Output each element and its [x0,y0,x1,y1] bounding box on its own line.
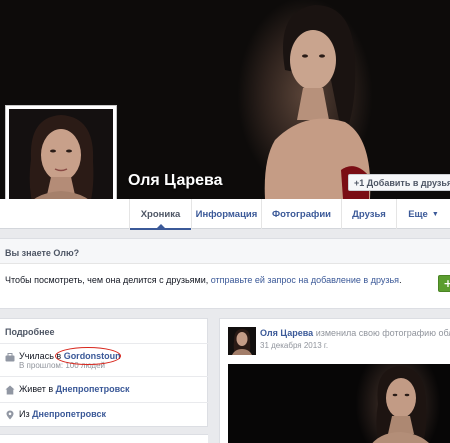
briefcase-icon [5,352,15,362]
send-friend-request-link[interactable]: отправьте ей запрос на добавление в друз… [211,275,399,285]
avatar-image [228,327,256,355]
about-row-education: Училась в Gordonstoun В прошлом: 100 люд… [5,351,121,370]
tab-more[interactable]: Еще ▼ [396,199,450,229]
divider [0,343,208,344]
story-date[interactable]: 31 декабря 2013 г. [260,341,328,350]
tab-friends[interactable]: Друзья [341,199,396,229]
about-title: Подробнее [5,327,55,337]
story-photo[interactable] [228,364,450,443]
chevron-down-icon: ▼ [431,210,439,218]
divider [0,402,208,403]
from-city-link[interactable]: Днепропетровск [32,409,106,419]
tab-timeline[interactable]: Хроника [129,199,191,230]
profile-portrait-image [9,109,113,213]
story-avatar[interactable] [228,327,256,355]
tab-about[interactable]: Информация [191,199,261,229]
add-friend-button[interactable]: +1 Добавить в друзья [348,174,450,191]
profile-name[interactable]: Оля Царева [128,172,223,190]
story-photo-image [372,366,429,443]
about-box: Подробнее Училась в Gordonstoun В прошло… [0,318,208,427]
cover-portrait-image [264,5,371,199]
divider [0,376,208,377]
location-pin-icon [5,410,15,420]
story-author-link[interactable]: Оля Царева [260,328,313,338]
know-box-title: Вы знаете Олю? [0,238,450,264]
next-box [0,434,208,443]
timeline-story: Оля Царева изменила свою фотографию обло… [219,318,450,443]
school-subtext: В прошлом: 100 людей [19,361,106,370]
know-box-text: Чтобы посмотреть, чем она делится с друз… [0,264,450,309]
tab-photos[interactable]: Фотографии [261,199,341,229]
school-link[interactable]: Gordonstoun [64,351,121,361]
about-row-from: Из Днепропетровск [5,409,106,420]
about-row-lives: Живет в Днепропетровск [5,384,129,395]
story-headline: Оля Царева изменила свою фотографию обло [260,328,450,338]
home-icon [5,385,15,395]
add-friend-icon[interactable]: + [438,275,450,292]
profile-tab-bar: Хроника Информация Фотографии Друзья Еще… [0,199,450,230]
lives-city-link[interactable]: Днепропетровск [56,384,130,394]
